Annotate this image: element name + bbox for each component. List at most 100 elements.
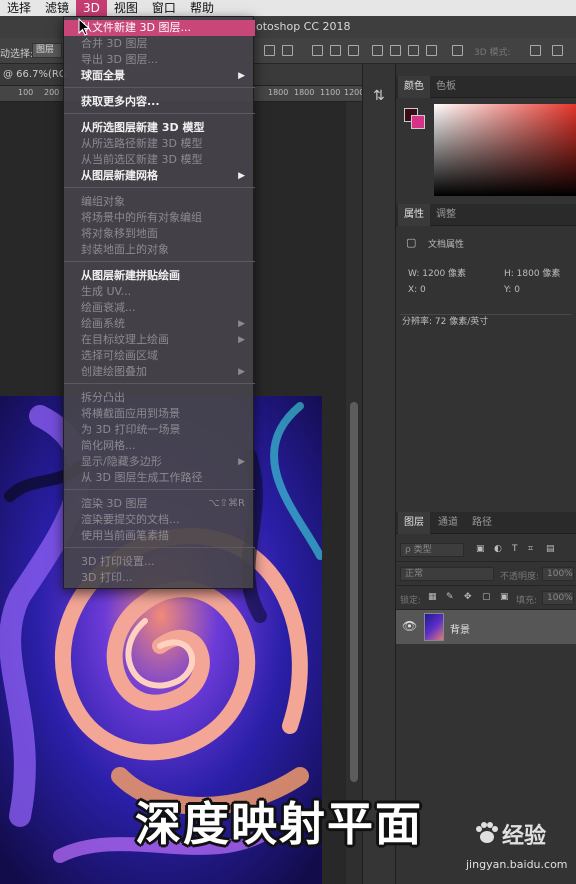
menu-item-3d-print[interactable]: 3D 打印... xyxy=(64,570,255,586)
visibility-eye-icon[interactable]: 👁 xyxy=(402,619,417,633)
tab-layers[interactable]: 图层 xyxy=(398,512,430,534)
layer-row-background[interactable]: 👁 背景 xyxy=(396,610,576,644)
menu-item-new-3d-model-from-layer[interactable]: 从所选图层新建 3D 模型 xyxy=(64,120,255,136)
menu-item-unify-scene-for-print[interactable]: 为 3D 打印统一场景 xyxy=(64,422,255,438)
menu-item-new-tiled-painting[interactable]: 从图层新建拼贴绘画 xyxy=(64,268,255,284)
menu-item-work-path-from-3d[interactable]: 从 3D 图层生成工作路径 xyxy=(64,470,255,486)
layer-kind-filter[interactable]: ρ 类型 xyxy=(400,543,464,557)
scrollbar-thumb[interactable] xyxy=(350,402,358,782)
menu-item-move-to-ground[interactable]: 将对象移到地面 xyxy=(64,226,255,242)
mouse-cursor-icon xyxy=(78,18,90,36)
tab-swatches[interactable]: 色板 xyxy=(430,76,462,98)
menu-item-show-hide-polygons[interactable]: 显示/隐藏多边形 ▶ xyxy=(64,454,255,470)
distribute-bottom-icon[interactable] xyxy=(408,45,419,56)
tab-adjustments[interactable]: 调整 xyxy=(430,204,462,226)
menu-item-split-extrusion[interactable]: 拆分凸出 xyxy=(64,390,255,406)
background-color-swatch[interactable] xyxy=(411,115,425,129)
vertical-scrollbar[interactable] xyxy=(346,102,362,884)
lock-all-icon[interactable]: ▣ xyxy=(500,592,509,602)
menu-item-get-more-content[interactable]: 获取更多内容... xyxy=(64,94,255,110)
menu-item-generate-uv[interactable]: 生成 UV... xyxy=(64,284,255,300)
opacity-input[interactable]: 100% xyxy=(542,567,574,581)
distribute-left-icon[interactable] xyxy=(426,45,437,56)
menu-view[interactable]: 视图 xyxy=(107,0,145,16)
x-field[interactable]: X: 0 xyxy=(408,285,426,295)
resolution-text: 分辨率: 72 像素/英寸 xyxy=(402,317,489,327)
3d-roll-icon[interactable] xyxy=(552,45,563,56)
filter-pixel-icon[interactable]: ▣ xyxy=(476,544,485,554)
height-field[interactable]: H: 1800 像素 xyxy=(504,266,560,279)
history-icon[interactable]: ⇅ xyxy=(373,88,385,104)
menu-item-new-3d-model-from-path[interactable]: 从所选路径新建 3D 模型 xyxy=(64,136,255,152)
auto-align-icon[interactable] xyxy=(452,45,463,56)
menu-separator xyxy=(64,87,255,88)
auto-select-dropdown[interactable]: 图层 xyxy=(32,43,62,58)
lock-row: 锁定: ▦ ✎ ✥ ▢ ▣ 填充: 100% xyxy=(396,586,576,610)
shortcut-text: ⌥⇧⌘R xyxy=(208,498,245,509)
menu-item-group-all-objects[interactable]: 将场景中的所有对象编组 xyxy=(64,210,255,226)
ruler-tick: 1100 xyxy=(320,88,341,97)
menu-item-export-3d-layer[interactable]: 导出 3D 图层... xyxy=(64,52,255,68)
layer-thumbnail xyxy=(424,613,444,641)
menu-select[interactable]: 选择 xyxy=(0,0,38,16)
menu-item-pack-objects[interactable]: 封装地面上的对象 xyxy=(64,242,255,258)
menu-3d[interactable]: 3D xyxy=(76,0,107,16)
menu-item-paint-falloff[interactable]: 绘画衰减... xyxy=(64,300,255,316)
properties-tabs: 属性 调整 xyxy=(396,204,576,226)
menu-item-new-3d-model-from-selection[interactable]: 从当前选区新建 3D 模型 xyxy=(64,152,255,168)
submenu-arrow-icon: ▶ xyxy=(238,335,245,345)
blend-mode-select[interactable]: 正常 xyxy=(400,567,494,581)
fill-input[interactable]: 100% xyxy=(542,591,574,605)
3d-dropdown-menu: 从文件新建 3D 图层... 合并 3D 图层 导出 3D 图层... 球面全景… xyxy=(63,16,255,589)
menu-item-merge-3d-layers[interactable]: 合并 3D 图层 xyxy=(64,36,255,52)
menu-item-group-objects[interactable]: 编组对象 xyxy=(64,194,255,210)
tab-properties[interactable]: 属性 xyxy=(398,204,430,226)
width-field[interactable]: W: 1200 像素 xyxy=(408,266,466,279)
menu-window[interactable]: 窗口 xyxy=(145,0,183,16)
ruler-tick: 200 xyxy=(44,88,60,97)
menu-item-new-3d-layer-from-file[interactable]: 从文件新建 3D 图层... xyxy=(64,20,255,36)
align-right-icon[interactable] xyxy=(348,45,359,56)
menu-item-render-for-submission[interactable]: 渲染要提交的文档... xyxy=(64,512,255,528)
distribute-middle-icon[interactable] xyxy=(390,45,401,56)
filter-smart-icon[interactable]: ▤ xyxy=(546,544,555,554)
menu-item-sketch-with-brush[interactable]: 使用当前画笔素描 xyxy=(64,528,255,544)
menu-item-spherical-panorama[interactable]: 球面全景 ▶ xyxy=(64,68,255,84)
menu-help[interactable]: 帮助 xyxy=(183,0,221,16)
lock-position-icon[interactable]: ✥ xyxy=(464,592,472,602)
distribute-top-icon[interactable] xyxy=(372,45,383,56)
layer-name: 背景 xyxy=(450,625,470,636)
lock-paint-icon[interactable]: ✎ xyxy=(446,592,454,602)
tab-paths[interactable]: 路径 xyxy=(466,512,498,534)
align-top-icon[interactable] xyxy=(264,45,275,56)
tab-color[interactable]: 颜色 xyxy=(398,76,430,98)
filter-adjust-icon[interactable]: ◐ xyxy=(494,544,502,554)
menu-item-render-3d-layer[interactable]: 渲染 3D 图层 ⌥⇧⌘R xyxy=(64,496,255,512)
window-title: otoshop CC 2018 xyxy=(256,20,351,33)
menu-item-paint-on-target-texture[interactable]: 在目标纹理上绘画 ▶ xyxy=(64,332,255,348)
menu-item-select-paintable-areas[interactable]: 选择可绘画区域 xyxy=(64,348,255,364)
menu-item-apply-cross-section[interactable]: 将横截面应用到场景 xyxy=(64,406,255,422)
menu-filter[interactable]: 滤镜 xyxy=(38,0,76,16)
align-center-icon[interactable] xyxy=(330,45,341,56)
lock-artboard-icon[interactable]: ▢ xyxy=(482,592,491,602)
align-middle-icon[interactable] xyxy=(282,45,293,56)
menu-item-paint-system[interactable]: 绘画系统 ▶ xyxy=(64,316,255,332)
opacity-label: 不透明度: xyxy=(500,572,540,582)
y-field[interactable]: Y: 0 xyxy=(504,285,520,295)
tab-channels[interactable]: 通道 xyxy=(432,512,464,534)
right-panels: 颜色 色板 属性 调整 ▢ 文档属性 W: 1200 像素 H: 1800 像素… xyxy=(396,64,576,884)
color-picker-field[interactable] xyxy=(434,104,576,196)
doc-properties-heading: 文档属性 xyxy=(428,240,465,250)
3d-rotate-icon[interactable] xyxy=(530,45,541,56)
filter-type-icon[interactable]: T xyxy=(512,544,518,554)
filter-shape-icon[interactable]: ⌗ xyxy=(528,544,533,554)
menu-item-new-mesh-from-layer[interactable]: 从图层新建网格 ▶ xyxy=(64,168,255,184)
menu-item-simplify-mesh[interactable]: 简化网格... xyxy=(64,438,255,454)
menu-item-3d-print-settings[interactable]: 3D 打印设置... xyxy=(64,554,255,570)
menu-item-create-painted-overlay[interactable]: 创建绘图叠加 ▶ xyxy=(64,364,255,380)
lock-transparent-icon[interactable]: ▦ xyxy=(428,592,437,602)
align-left-icon[interactable] xyxy=(312,45,323,56)
submenu-arrow-icon: ▶ xyxy=(238,171,245,181)
layer-filter-row: ρ 类型 ▣ ◐ T ⌗ ▤ xyxy=(396,538,576,562)
